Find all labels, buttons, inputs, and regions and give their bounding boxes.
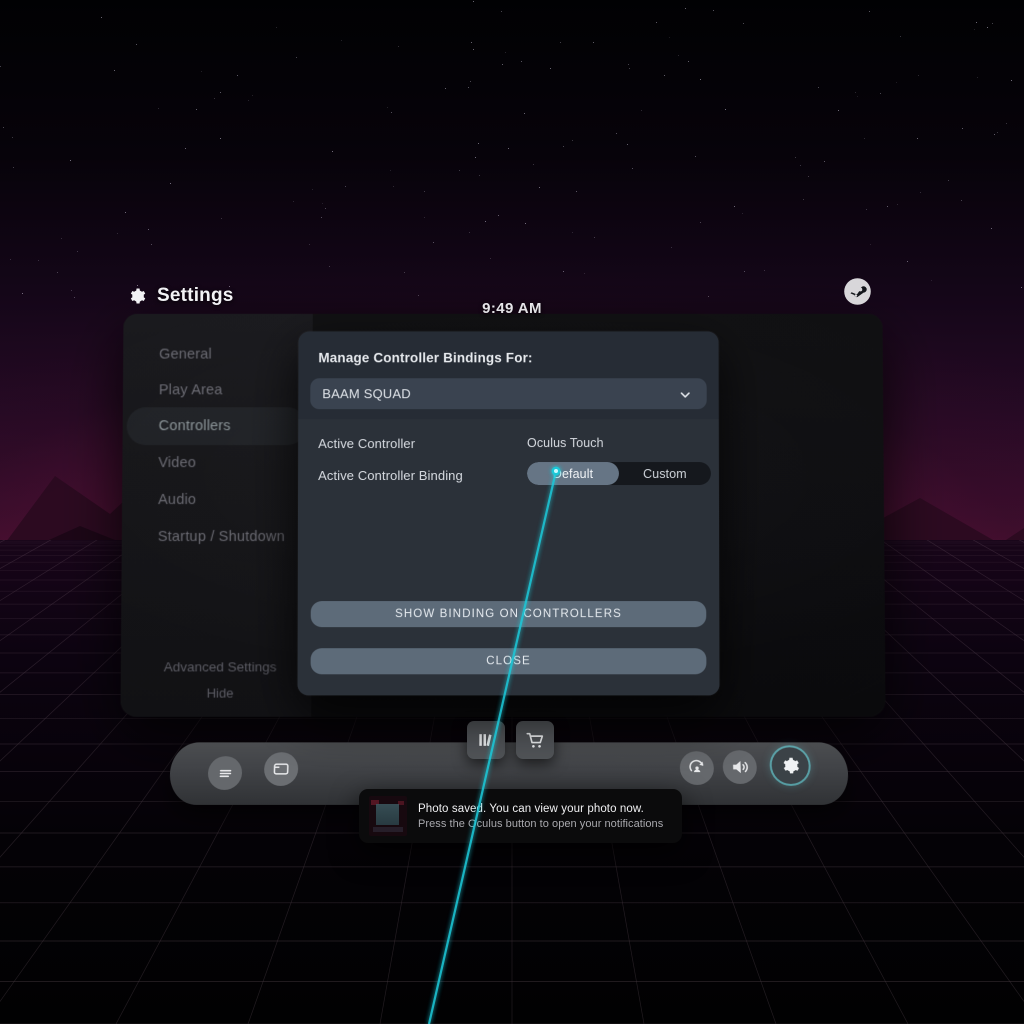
app-select-dropdown[interactable]: BAAM SQUAD [310, 378, 707, 410]
library-icon[interactable] [467, 721, 505, 759]
sidebar-item-label: Controllers [158, 418, 231, 435]
hide-button[interactable]: Hide [131, 686, 310, 701]
recenter-icon[interactable] [679, 751, 715, 785]
dialog-body: Active Controller Oculus Touch Active Co… [297, 419, 720, 696]
volume-icon[interactable] [722, 750, 758, 784]
sidebar-item-video[interactable]: Video [126, 444, 306, 482]
show-binding-on-controllers-button[interactable]: SHOW BINDING ON CONTROLLERS [310, 601, 707, 628]
menu-icon[interactable] [207, 756, 243, 790]
active-controller-value: Oculus Touch [526, 436, 604, 451]
store-cart-icon[interactable] [516, 721, 554, 759]
chevron-down-icon [678, 387, 693, 407]
sidebar-item-label: General [159, 346, 212, 363]
sidebar-item-startup-shutdown[interactable]: Startup / Shutdown [126, 518, 306, 556]
close-button[interactable]: CLOSE [310, 648, 707, 675]
sidebar-item-play-area[interactable]: Play Area [127, 371, 307, 409]
notification-toast[interactable]: Photo saved. You can view your photo now… [359, 789, 682, 843]
binding-option-default[interactable]: Default [526, 462, 619, 486]
steam-logo-icon[interactable] [843, 277, 872, 311]
sidebar-item-general[interactable]: General [127, 336, 307, 374]
sidebar-item-label: Video [158, 455, 197, 472]
settings-gear-icon[interactable] [771, 747, 810, 784]
manage-controller-bindings-dialog: Manage Controller Bindings For: BAAM SQU… [297, 331, 720, 696]
advanced-settings-label[interactable]: Advanced Settings [131, 659, 310, 674]
toast-primary-text: Photo saved. You can view your photo now… [418, 802, 644, 815]
binding-mode-toggle[interactable]: Default Custom [526, 462, 711, 486]
active-controller-label: Active Controller [318, 436, 416, 452]
toast-text: Photo saved. You can view your photo now… [418, 803, 663, 830]
screenshot-thumbnail [369, 796, 407, 836]
app-select-value: BAAM SQUAD [322, 386, 411, 402]
window-icon[interactable] [263, 752, 299, 786]
toast-secondary-text: Press the Oculus button to open your not… [418, 817, 664, 830]
sidebar-item-audio[interactable]: Audio [126, 481, 306, 519]
sidebar-item-label: Audio [158, 492, 197, 509]
dialog-header: Manage Controller Bindings For: BAAM SQU… [298, 331, 719, 420]
settings-sidebar: General Play Area Controllers Video Audi… [120, 313, 313, 717]
dialog-title: Manage Controller Bindings For: [318, 350, 533, 366]
sidebar-item-controllers[interactable]: Controllers [126, 407, 307, 446]
binding-option-custom[interactable]: Custom [619, 462, 711, 485]
sidebar-item-label: Play Area [158, 382, 223, 399]
sidebar-item-label: Startup / Shutdown [157, 528, 285, 546]
active-controller-binding-label: Active Controller Binding [318, 468, 463, 484]
